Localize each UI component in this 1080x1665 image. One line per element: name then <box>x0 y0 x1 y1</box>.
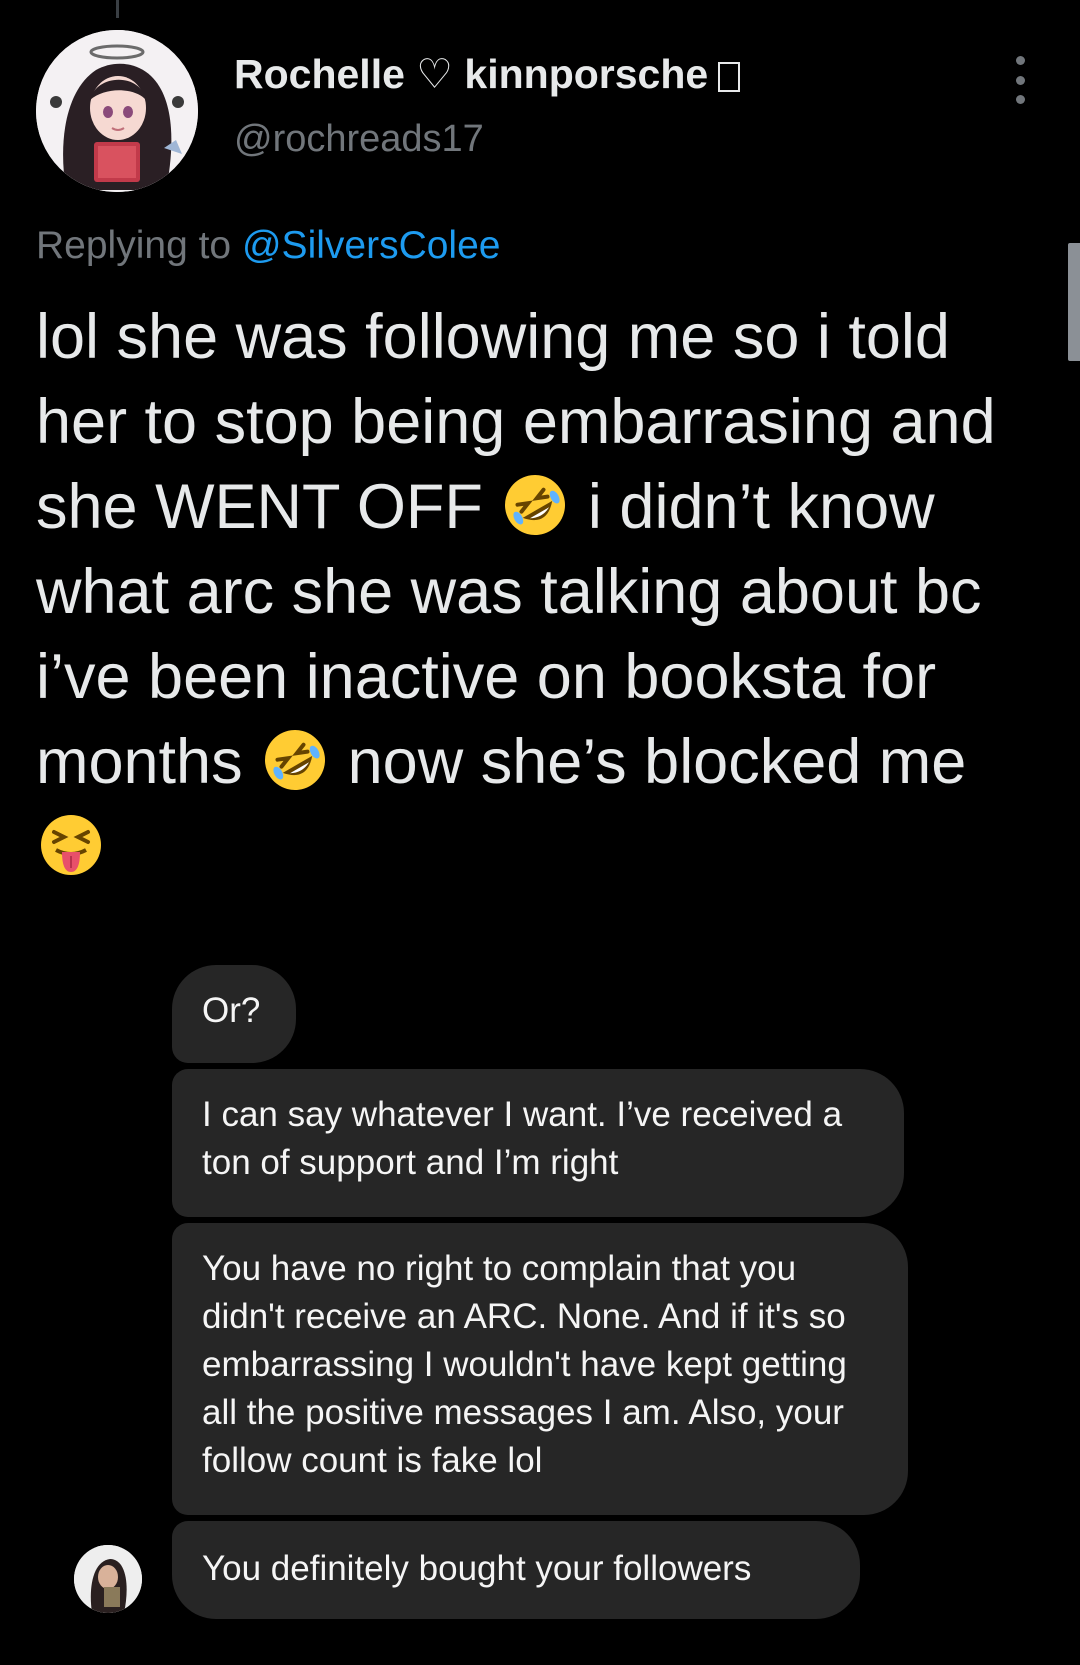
profile-avatar[interactable] <box>36 30 198 192</box>
dot <box>1015 56 1025 65</box>
replying-mention-link[interactable]: @SilversColee <box>242 224 501 267</box>
scrollbar-thumb[interactable] <box>1068 243 1080 361</box>
display-name-text: Rochelle ♡ kinnporsche <box>234 51 709 97</box>
dot <box>1015 75 1025 85</box>
thread-connector-line <box>116 0 119 18</box>
dm-message-bubble: You definitely bought your followers <box>172 1521 860 1619</box>
avatar-illustration <box>36 30 198 192</box>
user-handle[interactable]: @rochreads17 <box>234 118 484 161</box>
rolling-on-floor-laughing-emoji-icon <box>262 727 328 793</box>
dm-sender-avatar <box>74 1545 142 1613</box>
unsupported-glyph-icon <box>718 62 741 92</box>
replying-to-line: Replying to @SilversColee <box>36 224 500 268</box>
squinting-face-with-tongue-emoji-icon <box>38 812 104 878</box>
more-options-icon[interactable] <box>1006 56 1034 104</box>
dm-message-bubble: I can say whatever I want. I’ve received… <box>172 1069 904 1217</box>
dot <box>1015 95 1025 104</box>
rolling-on-floor-laughing-emoji-icon <box>502 472 568 538</box>
dm-message-bubble: Or? <box>172 965 296 1063</box>
tweet-body: lol she was following me so i told her t… <box>36 295 1046 890</box>
replying-prefix: Replying to <box>36 224 232 267</box>
tweet-text-part-3: now she’s blocked me <box>347 727 967 797</box>
dm-message-bubble: You have no right to complain that you d… <box>172 1223 908 1515</box>
display-name[interactable]: Rochelle ♡ kinnporsche <box>234 50 741 98</box>
